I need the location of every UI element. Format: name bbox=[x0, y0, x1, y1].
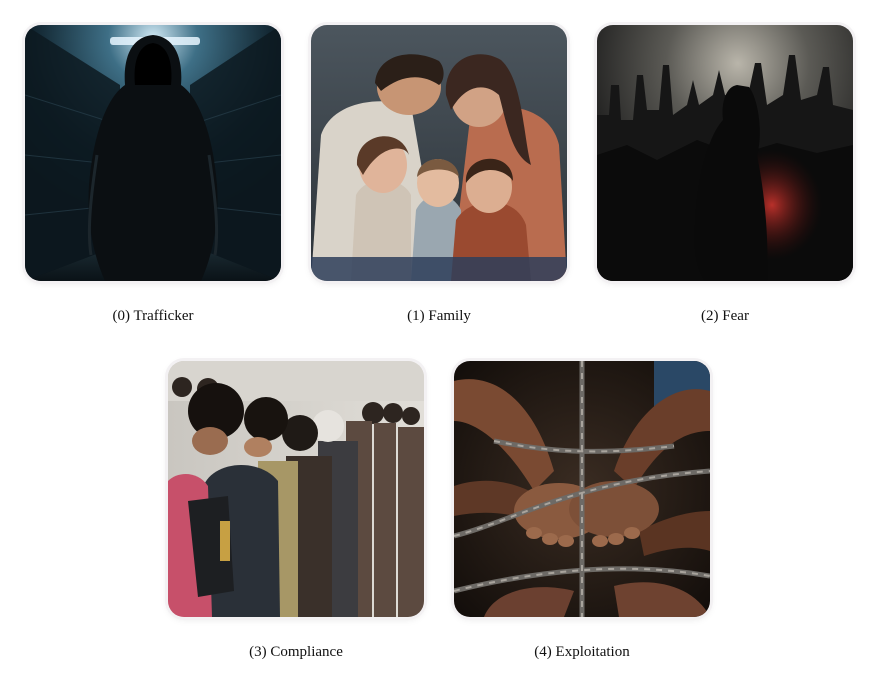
panel-exploitation-image bbox=[454, 361, 710, 617]
bowed-line-illustration bbox=[168, 361, 424, 617]
panel-compliance-image bbox=[168, 361, 424, 617]
panel-caption-exploitation: (4) Exploitation bbox=[534, 644, 630, 660]
chained-hands-illustration bbox=[454, 361, 710, 617]
family-illustration bbox=[311, 25, 567, 281]
panel-caption-trafficker: (0) Trafficker bbox=[112, 308, 194, 324]
hooded-figure-illustration bbox=[25, 25, 281, 281]
panel-family-image bbox=[311, 25, 567, 281]
panel-caption-compliance: (3) Compliance bbox=[249, 644, 343, 660]
panel-caption-fear: (2) Fear bbox=[701, 308, 749, 324]
panel-caption-family: (1) Family bbox=[407, 308, 471, 324]
panel-fear-image bbox=[597, 25, 853, 281]
shadow-city-illustration bbox=[597, 25, 853, 281]
panel-trafficker-image bbox=[25, 25, 281, 281]
